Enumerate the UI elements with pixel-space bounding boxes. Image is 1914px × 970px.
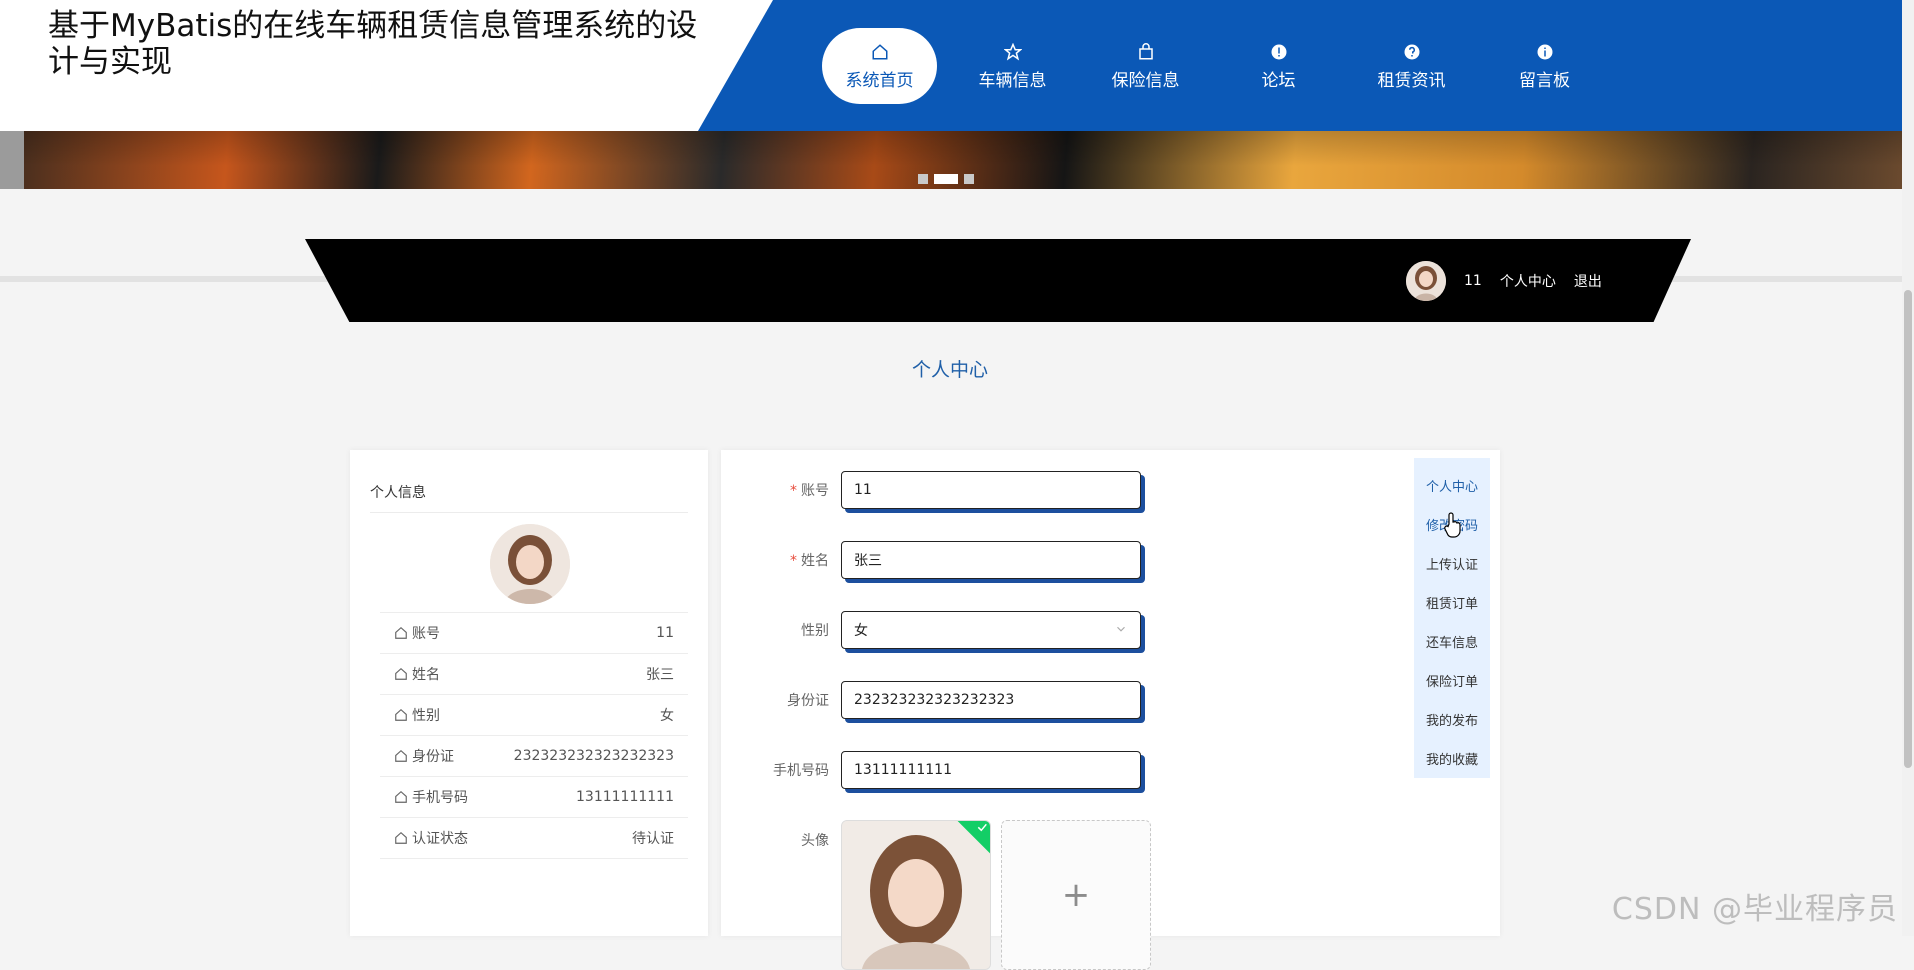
info-row-verification: 认证状态 待认证 (380, 817, 688, 859)
info-row-id-card: 身份证 232323232323232323 (380, 735, 688, 776)
info-value: 232323232323232323 (513, 748, 674, 764)
info-label: 认证状态 (412, 831, 468, 847)
form-row-avatar: 头像 (721, 818, 841, 858)
page-title: 个人中心 (911, 359, 988, 381)
phone-input[interactable]: 13111111111 (841, 751, 1141, 789)
side-menu-return-info[interactable]: 还车信息 (1414, 622, 1490, 661)
info-value: 11 (656, 625, 674, 641)
nav-item-forum[interactable]: 论坛 (1221, 28, 1336, 104)
home-icon (395, 708, 407, 721)
site-header: 基于MyBatis的在线车辆租赁信息管理系统的设计与实现 系统首页 车辆信息 保… (0, 0, 1902, 131)
info-label: 姓名 (412, 667, 440, 683)
nav-label: 车辆信息 (978, 70, 1047, 91)
nav-item-message-board[interactable]: 留言板 (1487, 28, 1602, 104)
home-icon (395, 790, 407, 803)
info-icon (1535, 42, 1555, 62)
info-icon (1269, 42, 1289, 62)
nav-label: 论坛 (1261, 70, 1296, 91)
info-row-gender: 性别 女 (380, 694, 688, 735)
uploaded-avatar-thumbnail[interactable] (841, 820, 991, 970)
info-label: 账号 (412, 626, 440, 642)
info-label: 性别 (412, 708, 440, 724)
info-value: 13111111111 (576, 789, 674, 805)
personal-center-link[interactable]: 个人中心 (1500, 271, 1556, 291)
nav-item-news[interactable]: 租赁资讯 (1354, 28, 1469, 104)
nav-label: 留言板 (1519, 70, 1570, 91)
check-icon (977, 823, 987, 832)
hand-cursor-icon (1444, 512, 1461, 538)
form-row-name: * 姓名 张三 (721, 540, 1141, 580)
required-mark: * (790, 553, 797, 569)
info-row-account: 账号 11 (380, 612, 688, 653)
profile-info-list: 账号 11 姓名 张三 性别 女 身份证 232323232323232323 … (380, 612, 688, 859)
info-label: 身份证 (412, 749, 454, 765)
carousel-dot[interactable] (964, 174, 974, 184)
form-row-gender: 性别 女 (721, 610, 1141, 650)
info-value: 女 (660, 708, 674, 724)
form-label: 姓名 (801, 553, 829, 569)
avatar[interactable] (1406, 261, 1446, 301)
info-label: 手机号码 (412, 790, 468, 806)
bag-icon (1136, 42, 1156, 62)
home-icon (395, 626, 407, 639)
form-row-phone: 手机号码 13111111111 (721, 750, 1141, 790)
nav-item-insurance[interactable]: 保险信息 (1088, 28, 1203, 104)
form-label: 账号 (801, 483, 829, 499)
logout-link[interactable]: 退出 (1574, 271, 1602, 291)
form-label: 身份证 (787, 693, 829, 709)
profile-card-title: 个人信息 (370, 482, 688, 513)
carousel-indicators (918, 174, 974, 184)
form-label: 手机号码 (773, 763, 829, 779)
help-icon (1402, 42, 1422, 62)
nav-label: 租赁资讯 (1377, 70, 1446, 91)
side-menu-upload-verification[interactable]: 上传认证 (1414, 544, 1490, 583)
side-menu-personal-center[interactable]: 个人中心 (1414, 466, 1490, 505)
side-menu-my-posts[interactable]: 我的发布 (1414, 700, 1490, 739)
chevron-down-icon (1117, 626, 1125, 632)
gender-select-value: 女 (854, 623, 868, 639)
form-label: 头像 (801, 833, 829, 849)
form-row-account: * 账号 11 (721, 470, 1141, 510)
id-card-input[interactable]: 232323232323232323 (841, 681, 1141, 719)
site-title: 基于MyBatis的在线车辆租赁信息管理系统的设计与实现 (48, 8, 698, 80)
home-icon (395, 831, 407, 844)
home-icon (870, 42, 890, 62)
info-row-phone: 手机号码 13111111111 (380, 776, 688, 817)
name-input[interactable]: 张三 (841, 541, 1141, 579)
side-menu-rental-orders[interactable]: 租赁订单 (1414, 583, 1490, 622)
watermark: CSDN @毕业程序员 (1611, 892, 1898, 927)
home-icon (395, 667, 407, 680)
star-icon (1003, 42, 1023, 62)
home-icon (395, 749, 407, 762)
banner-edge (0, 131, 24, 189)
avatar-upload: + (841, 820, 1151, 970)
account-input[interactable]: 11 (841, 471, 1141, 509)
form-label: 性别 (801, 623, 829, 639)
required-mark: * (790, 483, 797, 499)
profile-card: 个人信息 账号 11 姓名 张三 性别 女 身份证 23232323232323… (350, 450, 708, 936)
plus-icon: + (1061, 875, 1091, 915)
form-row-id-card: 身份证 232323232323232323 (721, 680, 1141, 720)
profile-side-menu: 个人中心 修改密码 上传认证 租赁订单 还车信息 保险订单 我的发布 我的收藏 (1414, 458, 1490, 778)
side-menu-insurance-orders[interactable]: 保险订单 (1414, 661, 1490, 700)
nav-label: 保险信息 (1111, 70, 1180, 91)
main-nav: 系统首页 车辆信息 保险信息 论坛 租赁资讯 留言板 (822, 28, 1602, 104)
nav-label: 系统首页 (845, 70, 914, 91)
gender-select[interactable]: 女 (841, 611, 1141, 649)
scrollbar-thumb[interactable] (1904, 290, 1912, 768)
info-row-name: 姓名 张三 (380, 653, 688, 694)
user-bar-content: 11 个人中心 退出 (1406, 260, 1602, 302)
info-value: 待认证 (632, 831, 674, 847)
carousel-dot-active[interactable] (934, 174, 958, 184)
username: 11 (1464, 273, 1482, 289)
nav-item-home[interactable]: 系统首页 (822, 28, 937, 104)
side-menu-my-favorites[interactable]: 我的收藏 (1414, 739, 1490, 778)
nav-item-vehicles[interactable]: 车辆信息 (955, 28, 1070, 104)
profile-form-card: * 账号 11 * 姓名 张三 性别 女 身份证 23232323232323232… (721, 450, 1500, 970)
carousel-dot[interactable] (918, 174, 928, 184)
profile-avatar (490, 524, 570, 604)
add-image-button[interactable]: + (1001, 820, 1151, 970)
info-value: 张三 (646, 667, 674, 683)
